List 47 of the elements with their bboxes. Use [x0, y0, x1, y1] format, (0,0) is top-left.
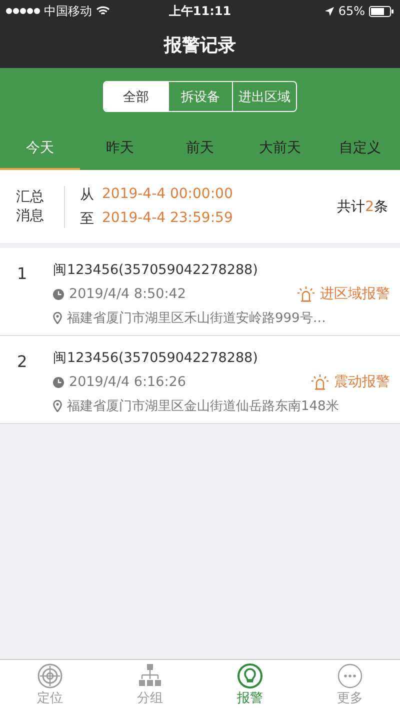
- address-text: 福建省厦门市湖里区金山街道仙岳路东南148米: [67, 398, 339, 415]
- tab-bar-item[interactable]: 报警: [200, 660, 300, 711]
- tab-bar-item[interactable]: 分组: [100, 660, 200, 711]
- location-pin-icon: [53, 312, 62, 324]
- siren-icon: [311, 374, 329, 390]
- clock-time: 上午11:11: [168, 2, 232, 20]
- alarm-time: 2019/4/4 8:50:42: [69, 286, 186, 302]
- alarm-type: 震动报警: [334, 373, 390, 391]
- location-pin-icon: [53, 400, 62, 412]
- day-tab[interactable]: 昨天: [80, 127, 160, 170]
- total-count: 共计2条: [337, 198, 388, 216]
- clock-icon: [53, 376, 64, 388]
- record-item[interactable]: 1 闽123456(357059042278288) 2019/4/4 8:50:42 进区域报警 福建省厦门市湖里区禾山街道安岭路999号…: [0, 248, 400, 335]
- day-tab[interactable]: 前天: [160, 127, 240, 170]
- tab-bar-item[interactable]: 定位: [0, 660, 100, 711]
- record-index: 2: [17, 351, 28, 373]
- filter-tab[interactable]: 拆设备: [168, 82, 232, 111]
- record-item[interactable]: 2 闽123456(357059042278288) 2019/4/4 6:16:26 震动报警 福建省厦门市湖里区金山街道仙岳路东南148米: [0, 335, 400, 424]
- tab-bar-item[interactable]: 更多: [300, 660, 400, 711]
- day-tab[interactable]: 大前天: [240, 127, 320, 170]
- filter-tab[interactable]: 进出区域: [232, 82, 296, 111]
- device-name: 闽123456(357059042278288): [53, 261, 259, 279]
- range-date: 2019-4-4 23:59:59: [102, 210, 233, 228]
- range-label: 至: [80, 210, 94, 228]
- target-icon: [37, 663, 63, 689]
- range-label: 从: [80, 186, 94, 204]
- signal-icon: [6, 8, 40, 14]
- address-text: 福建省厦门市湖里区禾山街道安岭路999号…: [67, 310, 326, 327]
- wifi-icon: [96, 6, 110, 16]
- location-arrow-icon: [325, 6, 334, 16]
- battery-percent: 65%: [338, 4, 365, 18]
- alarm-type: 进区域报警: [320, 285, 390, 303]
- filter-tab[interactable]: 全部: [104, 82, 168, 111]
- carrier-name: 中国移动: [44, 2, 92, 20]
- clock-icon: [53, 288, 64, 300]
- device-name: 闽123456(357059042278288): [53, 349, 259, 367]
- alarm-time: 2019/4/4 6:16:26: [69, 374, 186, 390]
- record-index: 1: [17, 263, 28, 285]
- battery-icon: [368, 6, 394, 16]
- bulb-icon: [237, 663, 263, 689]
- hierarchy-icon: [137, 663, 163, 689]
- page-title: 报警记录: [164, 34, 236, 57]
- range-date: 2019-4-4 00:00:00: [102, 186, 233, 204]
- siren-icon: [297, 286, 315, 302]
- day-tab[interactable]: 自定义: [320, 127, 400, 170]
- more-icon: [337, 663, 363, 689]
- summary-label: 汇总消息: [16, 188, 45, 225]
